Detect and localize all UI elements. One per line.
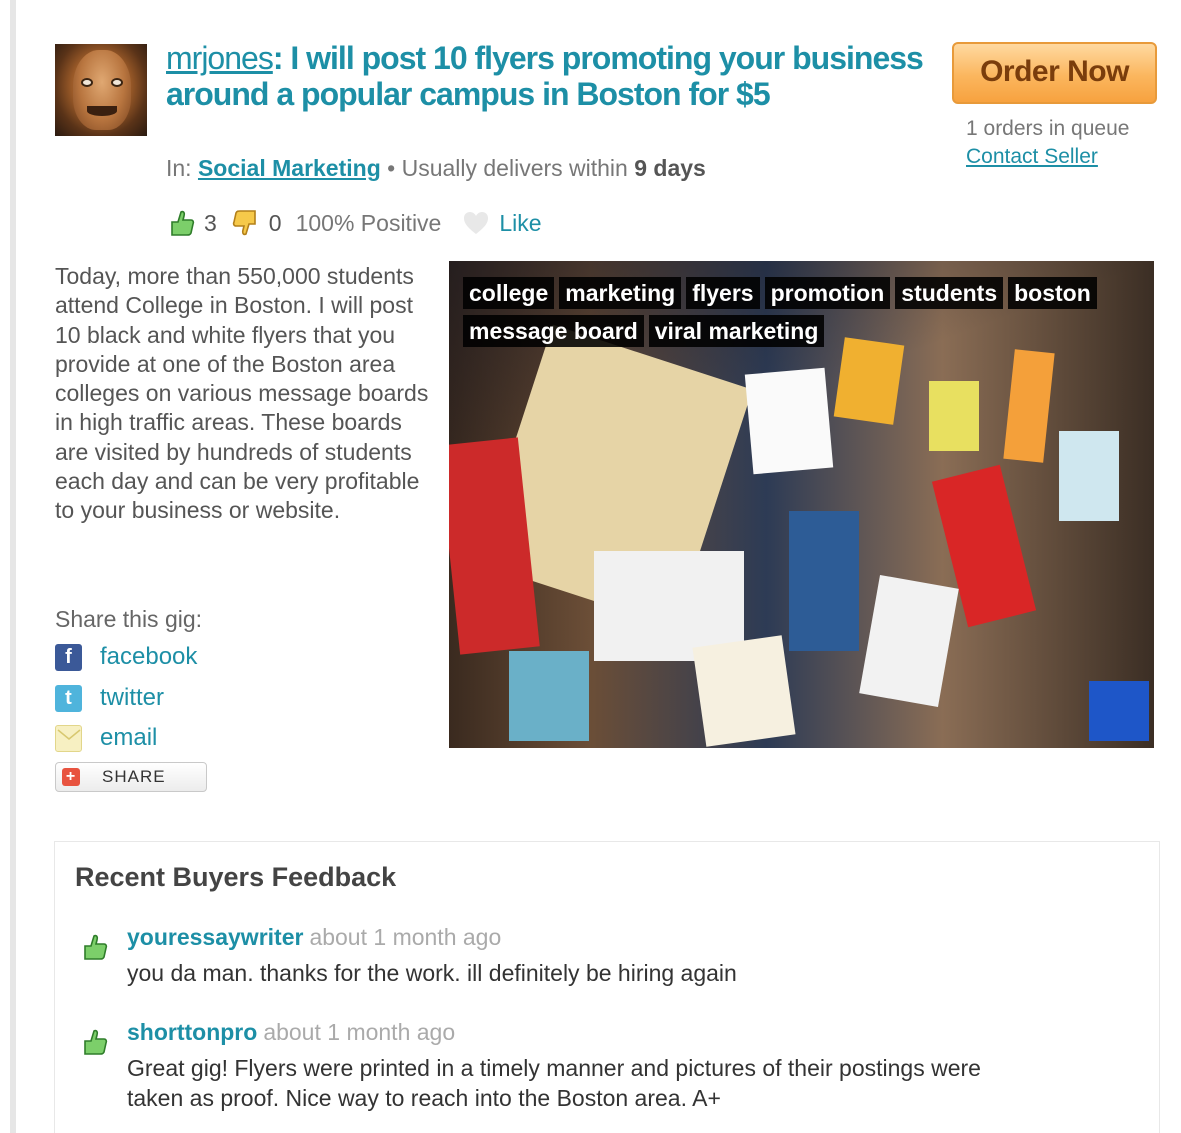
email-icon	[55, 724, 82, 752]
share-email-label: email	[100, 724, 158, 751]
seller-avatar[interactable]	[55, 44, 147, 136]
category-prefix: In:	[166, 155, 192, 181]
feedback-time: about 1 month ago	[309, 924, 502, 950]
delivery-prefix: • Usually delivers within	[380, 155, 635, 181]
gig-photo: college marketing flyers promotion stude…	[449, 261, 1154, 748]
rating-bar: 3 0 100% Positive Like	[166, 206, 542, 240]
feedback-title: Recent Buyers Feedback	[75, 862, 397, 892]
share-twitter[interactable]: t twitter	[55, 684, 164, 712]
thumbs-down-icon	[232, 210, 256, 236]
delivery-days: 9 days	[634, 155, 706, 181]
share-facebook[interactable]: f facebook	[55, 643, 197, 671]
tag[interactable]: college	[463, 277, 555, 309]
thumbs-up-icon	[84, 1029, 108, 1055]
category-link[interactable]: Social Marketing	[198, 155, 381, 181]
tag[interactable]: flyers	[686, 277, 760, 309]
thumbs-up-icon	[171, 210, 195, 236]
feedback-text: Great gig! Flyers were printed in a time…	[127, 1055, 981, 1111]
recent-feedback-panel: Recent Buyers Feedback youressaywriter ab…	[54, 841, 1160, 1133]
feedback-text: you da man. thanks for the work. ill def…	[127, 960, 737, 986]
gig-meta: In: Social Marketing • Usually delivers …	[166, 155, 706, 182]
thumbs-up-icon	[84, 934, 108, 960]
order-now-button[interactable]: Order Now	[952, 42, 1157, 104]
feedback-time: about 1 month ago	[263, 1019, 456, 1045]
share-facebook-label: facebook	[100, 643, 198, 670]
tag-list: college marketing flyers promotion stude…	[463, 277, 1143, 347]
share-twitter-label: twitter	[100, 684, 165, 711]
facebook-icon: f	[55, 643, 82, 671]
share-email[interactable]: email	[55, 724, 157, 752]
tag[interactable]: promotion	[764, 277, 891, 309]
seller-username-link[interactable]: mrjones	[166, 40, 274, 76]
orders-in-queue: 1 orders in queue	[966, 117, 1130, 140]
tag[interactable]: marketing	[559, 277, 682, 309]
gig-title-text: : I will post 10 flyers promoting your b…	[166, 40, 924, 112]
gig-description: Today, more than 550,000 students attend…	[55, 263, 429, 524]
positive-count: 3	[204, 209, 217, 236]
share-label: Share this gig:	[55, 606, 203, 632]
tag[interactable]: boston	[1008, 277, 1097, 309]
left-divider	[10, 0, 16, 1133]
heart-icon[interactable]	[461, 208, 491, 238]
like-link[interactable]: Like	[499, 210, 541, 237]
plus-icon: +	[62, 768, 80, 786]
percent-positive: 100% Positive	[295, 209, 442, 236]
contact-seller-link[interactable]: Contact Seller	[966, 145, 1098, 169]
negative-count: 0	[268, 209, 282, 236]
feedback-user-link[interactable]: shorttonpro	[127, 1019, 257, 1045]
tag[interactable]: students	[895, 277, 1004, 309]
twitter-icon: t	[55, 684, 82, 712]
tag[interactable]: message board	[463, 315, 644, 347]
feedback-user-link[interactable]: youressaywriter	[127, 924, 303, 950]
gig-title: mrjones: I will post 10 flyers promoting…	[166, 40, 946, 112]
share-button[interactable]: + SHARE	[55, 762, 207, 792]
tag[interactable]: viral marketing	[648, 315, 825, 347]
share-button-label: SHARE	[102, 767, 166, 786]
